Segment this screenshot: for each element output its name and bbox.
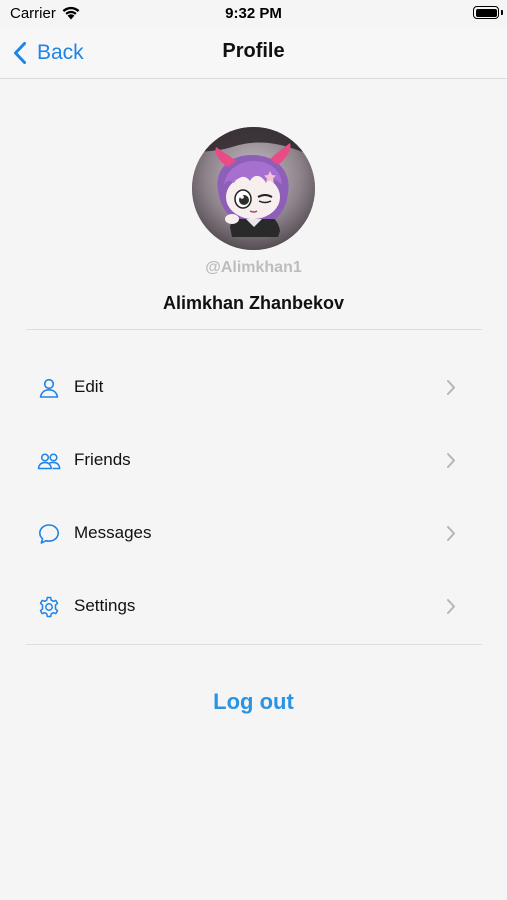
- battery-icon: [473, 6, 499, 19]
- status-time: 9:32 PM: [225, 5, 282, 22]
- person-icon: [39, 378, 59, 398]
- profile-full-name: Alimkhan Zhanbekov: [162, 293, 345, 313]
- menu-item-settings[interactable]: Settings: [26, 577, 482, 637]
- gear-icon: [39, 596, 59, 618]
- divider: [26, 329, 482, 330]
- logout-button[interactable]: Log out: [0, 689, 507, 715]
- battery-tip: [501, 10, 503, 15]
- avatar[interactable]: [192, 127, 315, 250]
- navigation-bar: Back Profile: [0, 28, 507, 79]
- chevron-right-icon: [447, 599, 455, 614]
- menu-item-label: Settings: [74, 596, 136, 615]
- divider: [26, 644, 482, 645]
- menu-item-label: Friends: [74, 450, 131, 469]
- page-title: Profile: [222, 40, 285, 62]
- chevron-right-icon: [447, 380, 455, 395]
- chevron-right-icon: [447, 453, 455, 468]
- menu-item-label: Edit: [74, 377, 104, 396]
- menu-item-friends[interactable]: Friends: [26, 431, 482, 491]
- menu-item-label: Messages: [74, 523, 152, 542]
- chevron-right-icon: [447, 526, 455, 541]
- menu-item-edit[interactable]: Edit: [26, 358, 482, 418]
- profile-username: @Alimkhan1: [205, 259, 302, 276]
- chat-bubble-icon: [39, 524, 59, 544]
- status-bar: Carrier 9:32 PM: [0, 0, 507, 28]
- people-icon: [37, 453, 61, 470]
- menu-item-messages[interactable]: Messages: [26, 504, 482, 564]
- avatar-illustration: [192, 127, 315, 250]
